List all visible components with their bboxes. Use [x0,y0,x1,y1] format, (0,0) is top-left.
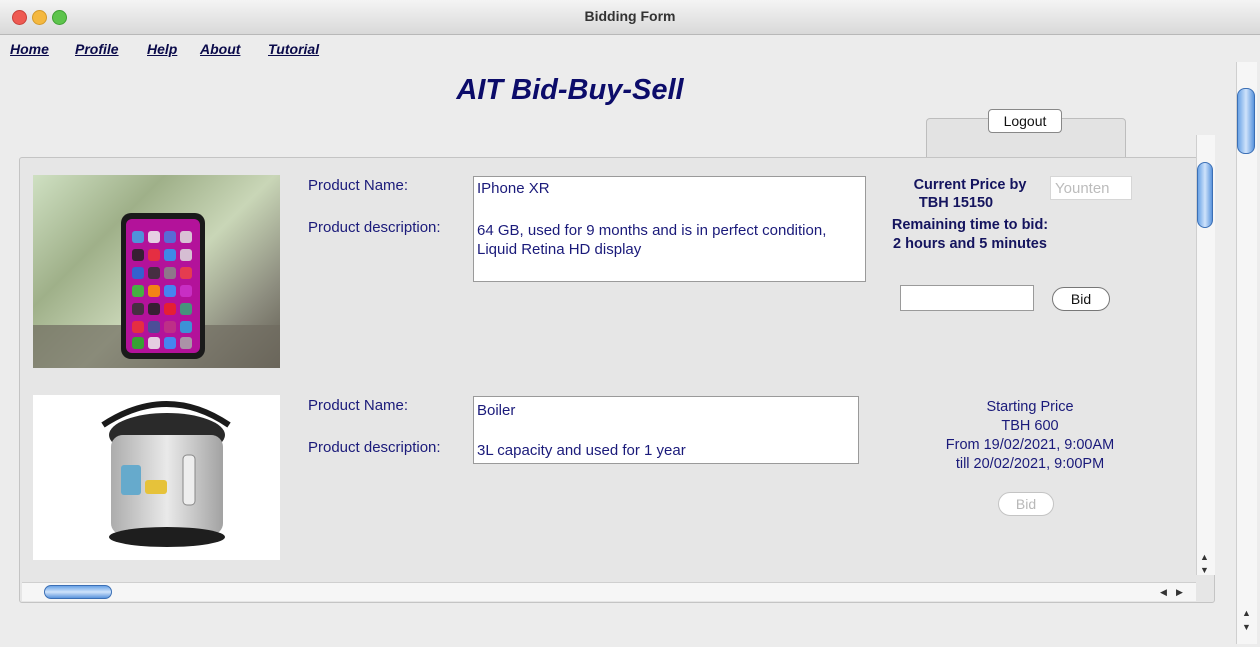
panel-scroll-left-arrow[interactable]: ◀ [1160,587,1167,597]
menu-home[interactable]: Home [10,41,49,57]
app-title: AIT Bid-Buy-Sell [456,74,684,106]
current-price-value: TBH 15150 [918,195,994,211]
iphone-product-image [33,175,280,368]
remaining-time-label: Remaining time to bid: [891,217,1049,233]
window-title: Bidding Form [584,8,676,24]
panel-horizontal-scrollbar[interactable] [22,582,1196,601]
boiler-photo-graphic [101,401,231,547]
window-scroll-down-arrow[interactable]: ▼ [1242,622,1251,632]
panel-vertical-scroll-thumb[interactable] [1197,162,1213,228]
remaining-time-value: 2 hours and 5 minutes [893,236,1047,252]
boiler-product-image [33,395,280,560]
menu-about[interactable]: About [200,41,240,57]
menu-tutorial[interactable]: Tutorial [268,41,319,57]
product-name-value: IPhone XR [477,180,550,197]
starting-price-label: Starting Price [986,399,1074,415]
bid-button[interactable]: Bid [1052,287,1110,311]
product-name-value-2: Boiler [477,402,516,419]
panel-horizontal-scroll-thumb[interactable] [44,585,112,599]
panel-scroll-up-arrow[interactable]: ▲ [1200,552,1209,562]
product-details-field-2[interactable]: Boiler 3L capacity and used for 1 year [473,396,859,464]
bid-amount-input[interactable] [900,285,1034,311]
product-description-value-2: 3L capacity and used for 1 year [477,442,686,459]
current-price-label: Current Price by [913,177,1027,193]
menu-bar: Home Profile Help About Tutorial [0,38,1260,60]
window-titlebar: Bidding Form [0,0,1260,35]
window-scroll-up-arrow[interactable]: ▲ [1242,608,1251,618]
product-name-label-2: Product Name: [308,397,409,414]
menu-profile[interactable]: Profile [75,41,119,57]
product-description-label-2: Product description: [308,439,441,456]
starting-price-value: TBH 600 [1001,418,1059,434]
product-description-value: 64 GB, used for 9 months and is in perfe… [477,222,827,258]
product-name-label: Product Name: [308,177,409,194]
bid-button-disabled: Bid [998,492,1054,516]
bid-end-time: till 20/02/2021, 9:00PM [955,456,1105,472]
menu-help[interactable]: Help [147,41,177,57]
iphone-photo-graphic [33,213,280,368]
logout-button[interactable]: Logout [988,109,1062,133]
product-description-label: Product description: [308,219,441,236]
window-scroll-thumb[interactable] [1237,88,1255,154]
panel-scroll-right-arrow[interactable]: ▶ [1176,587,1183,597]
bidder-name-field: Younten [1050,176,1132,200]
product-details-field[interactable]: IPhone XR 64 GB, used for 9 months and i… [473,176,866,282]
panel-scroll-down-arrow[interactable]: ▼ [1200,565,1209,575]
bid-start-time: From 19/02/2021, 9:00AM [945,437,1115,453]
